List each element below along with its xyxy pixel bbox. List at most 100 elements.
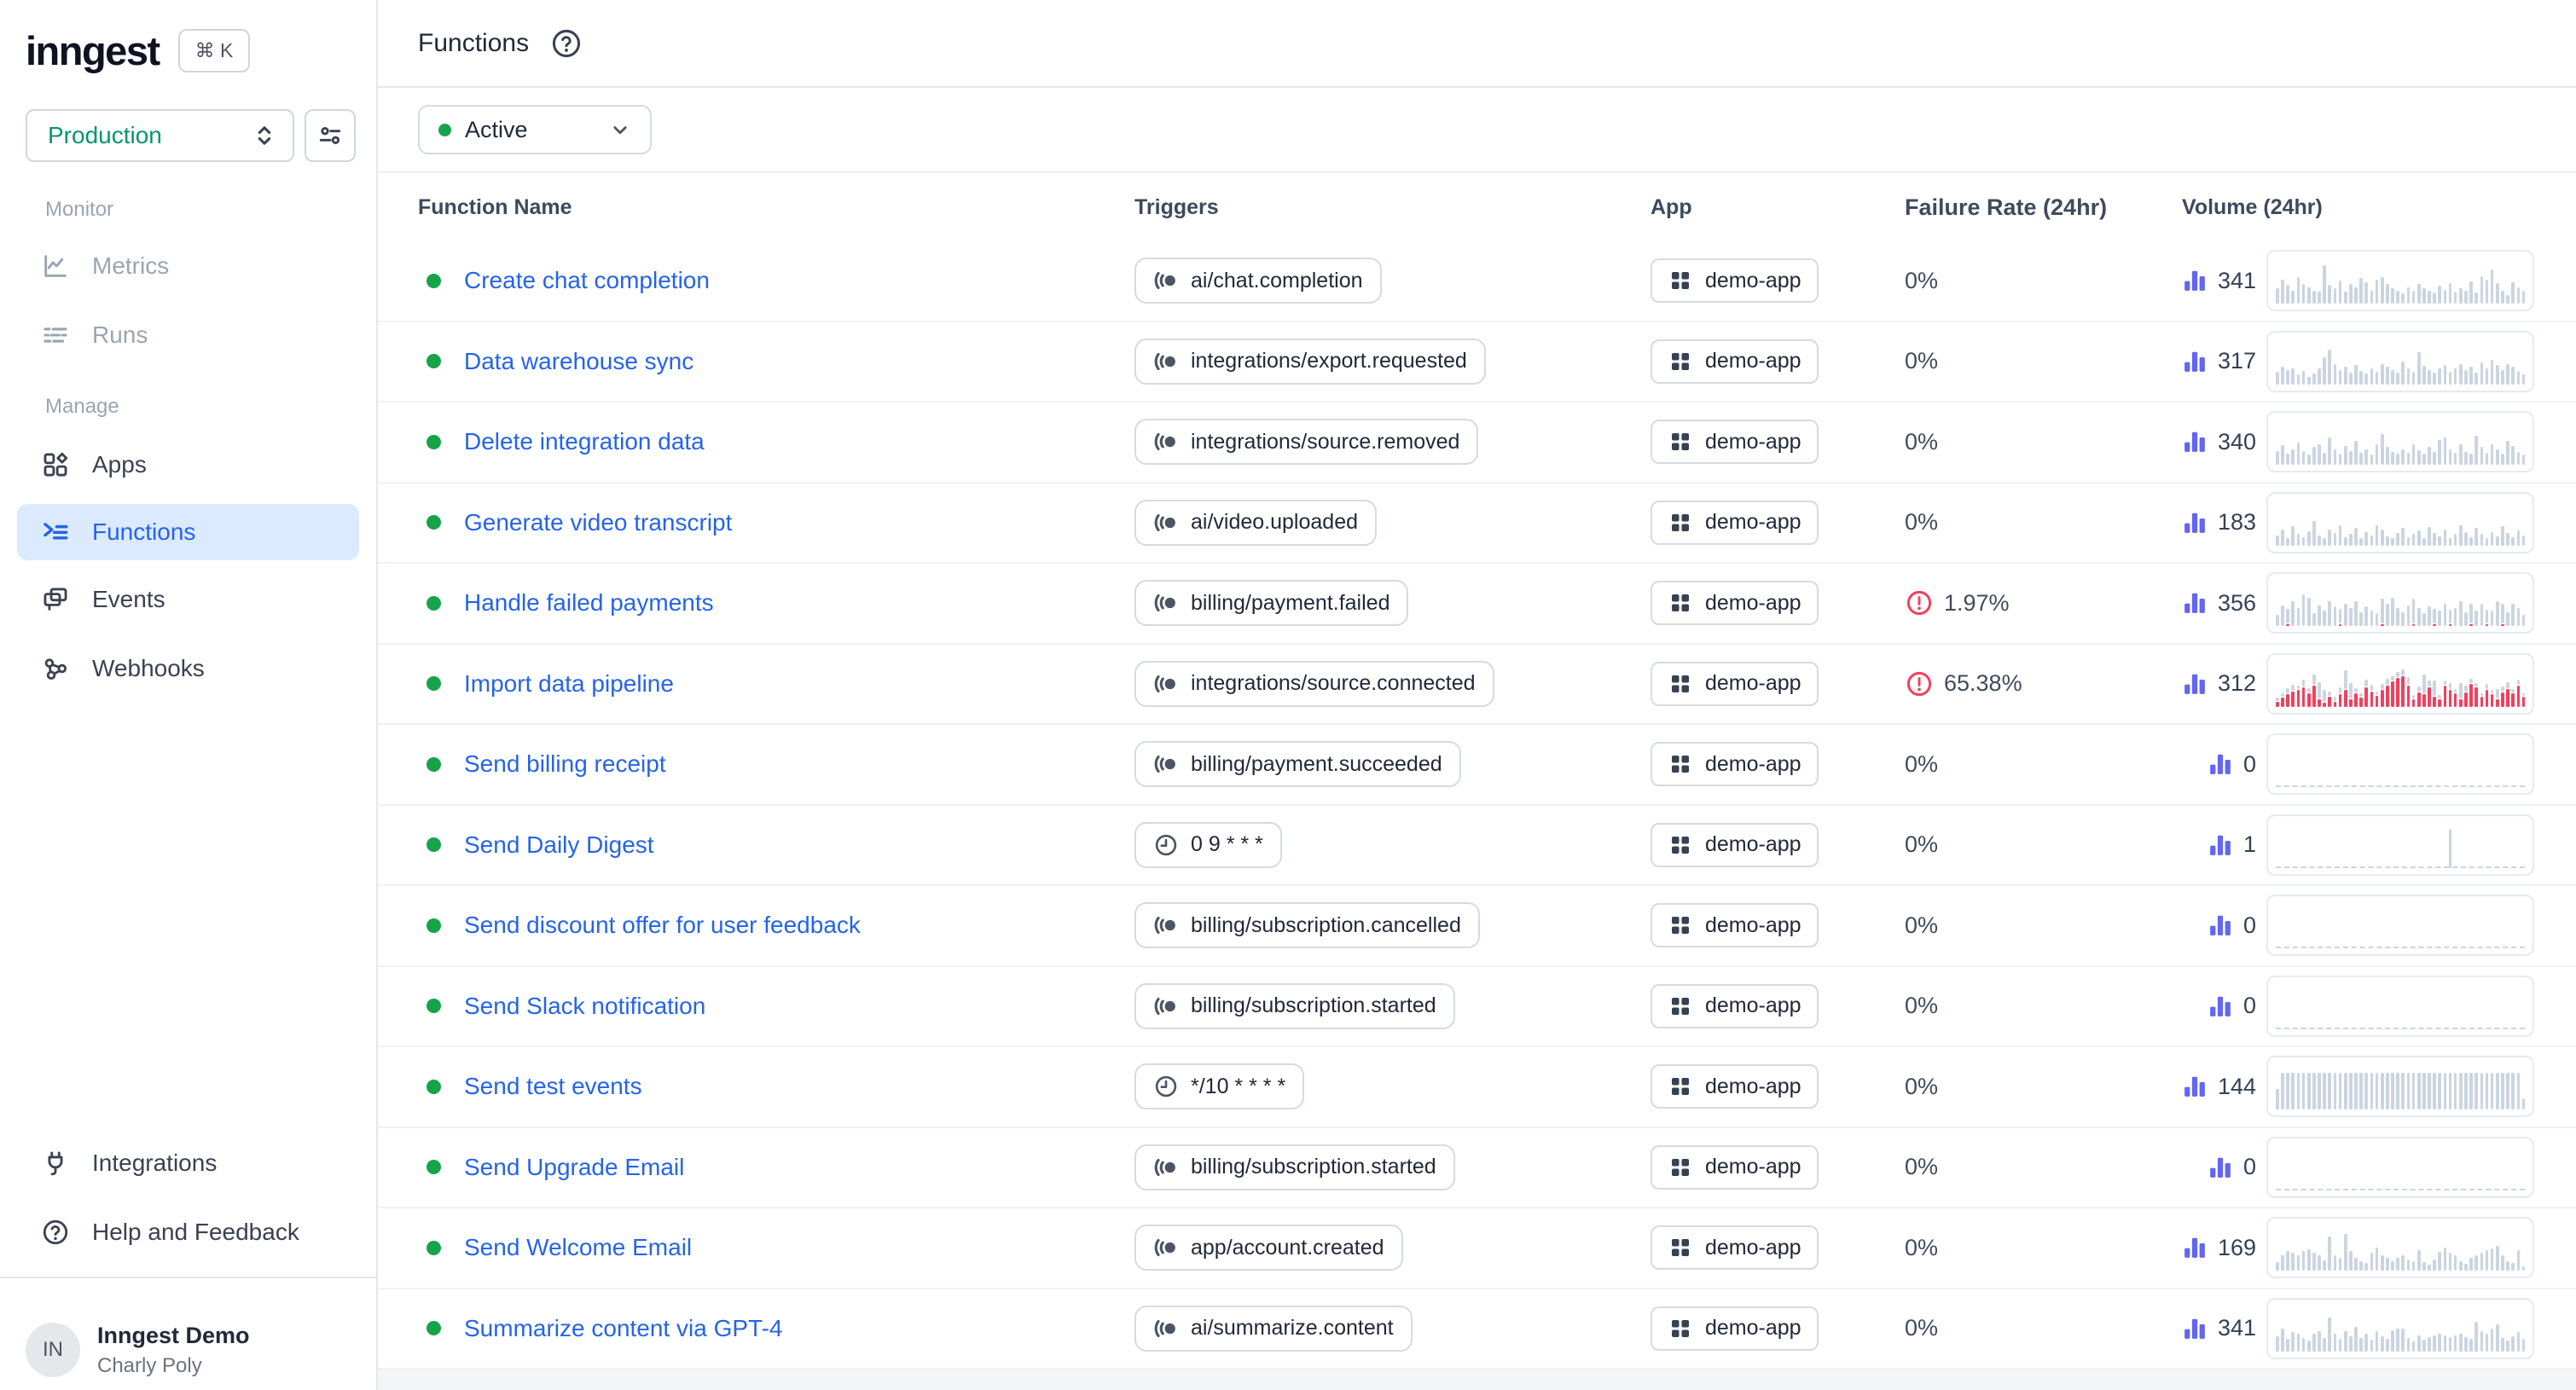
table-row[interactable]: Import data pipeline integrations/source… bbox=[378, 645, 2576, 726]
function-link[interactable]: Send discount offer for user feedback bbox=[464, 912, 861, 939]
app-grid-icon bbox=[1668, 1316, 1693, 1341]
volume-sparkline bbox=[2266, 733, 2534, 795]
function-link[interactable]: Send Slack notification bbox=[464, 993, 705, 1020]
user-name: Charly Poly bbox=[97, 1354, 250, 1378]
app-name: demo-app bbox=[1705, 913, 1801, 938]
failure-rate-value: 0% bbox=[1905, 993, 1938, 1019]
sidebar-item-runs[interactable]: Runs bbox=[17, 307, 359, 363]
function-link[interactable]: Send test events bbox=[464, 1073, 642, 1100]
table-row[interactable]: Send discount offer for user feedback bi… bbox=[378, 886, 2576, 967]
table-header: Function Name Triggers App Failure Rate … bbox=[378, 173, 2576, 241]
plug-icon bbox=[41, 1149, 70, 1178]
volume-count: 0 bbox=[2243, 993, 2256, 1019]
function-link[interactable]: Data warehouse sync bbox=[464, 348, 693, 375]
table-row[interactable]: Delete integration data integrations/sou… bbox=[378, 403, 2576, 484]
trigger-label: integrations/export.requested bbox=[1191, 349, 1467, 374]
event-trigger-icon bbox=[1153, 1235, 1179, 1260]
app-badge: demo-app bbox=[1651, 339, 1819, 384]
table-row[interactable]: Send test events */10 * * * * demo-app 0… bbox=[378, 1047, 2576, 1128]
status-filter-value: Active bbox=[465, 117, 594, 143]
function-link[interactable]: Send Daily Digest bbox=[464, 831, 654, 859]
function-link[interactable]: Delete integration data bbox=[464, 428, 705, 455]
trigger-label: billing/subscription.started bbox=[1191, 993, 1436, 1018]
event-trigger-icon bbox=[1153, 268, 1179, 293]
failure-rate-value: 65.38% bbox=[1944, 670, 2022, 697]
sidebar-item-integrations[interactable]: Integrations bbox=[17, 1135, 359, 1191]
environment-settings-button[interactable] bbox=[305, 109, 356, 162]
event-trigger-icon bbox=[1153, 590, 1179, 616]
event-trigger-icon bbox=[1153, 349, 1179, 374]
sidebar-item-apps[interactable]: Apps bbox=[17, 437, 359, 493]
event-trigger-icon bbox=[1153, 1316, 1179, 1341]
page-help-button[interactable] bbox=[549, 26, 583, 61]
cron-trigger-icon bbox=[1153, 1074, 1179, 1099]
column-function-name: Function Name bbox=[418, 195, 1134, 220]
volume-sparkline bbox=[2266, 331, 2534, 392]
volume-sparkline bbox=[2266, 976, 2534, 1037]
failure-rate-value: 0% bbox=[1905, 429, 1938, 455]
failure-rate-value: 1.97% bbox=[1944, 590, 2010, 617]
app-badge: demo-app bbox=[1651, 501, 1819, 545]
column-app: App bbox=[1651, 195, 1896, 220]
table-row[interactable]: Send Daily Digest 0 9 * * * demo-app 0% … bbox=[378, 806, 2576, 887]
function-link[interactable]: Import data pipeline bbox=[464, 670, 674, 698]
failure-rate-value: 0% bbox=[1905, 1074, 1938, 1100]
table-row[interactable]: Handle failed payments billing/payment.f… bbox=[378, 564, 2576, 645]
command-k-shortcut[interactable]: ⌘ K bbox=[178, 29, 251, 72]
volume-sparkline bbox=[2266, 492, 2534, 553]
inngest-logo[interactable]: inngest bbox=[26, 27, 160, 74]
app-name: demo-app bbox=[1705, 591, 1801, 616]
table-body: Create chat completion ai/chat.completio… bbox=[378, 241, 2576, 1370]
sidebar-item-metrics[interactable]: Metrics bbox=[17, 238, 359, 294]
table-row[interactable]: Generate video transcript ai/video.uploa… bbox=[378, 484, 2576, 565]
app-grid-icon bbox=[1668, 1074, 1693, 1099]
filter-bar: Active bbox=[378, 88, 2576, 173]
table-row[interactable]: Create chat completion ai/chat.completio… bbox=[378, 241, 2576, 322]
sidebar-item-label: Metrics bbox=[92, 252, 169, 280]
volume-bars-icon bbox=[2208, 832, 2233, 858]
function-link[interactable]: Send Upgrade Email bbox=[464, 1154, 684, 1181]
volume-sparkline bbox=[2266, 250, 2534, 311]
trigger-label: billing/payment.failed bbox=[1191, 591, 1390, 616]
function-link[interactable]: Generate video transcript bbox=[464, 509, 732, 536]
function-status-dot bbox=[426, 435, 441, 449]
function-link[interactable]: Handle failed payments bbox=[464, 589, 714, 617]
sidebar-item-events[interactable]: Events bbox=[17, 571, 359, 628]
volume-count: 341 bbox=[2218, 268, 2256, 294]
table-row[interactable]: Send Welcome Email app/account.created d… bbox=[378, 1208, 2576, 1289]
function-link[interactable]: Send billing receipt bbox=[464, 750, 666, 778]
volume-sparkline bbox=[2266, 572, 2534, 634]
volume-count: 183 bbox=[2218, 509, 2256, 536]
app-grid-icon bbox=[1668, 268, 1693, 293]
function-link[interactable]: Create chat completion bbox=[464, 267, 710, 294]
table-row[interactable]: Send Upgrade Email billing/subscription.… bbox=[378, 1128, 2576, 1209]
app-name: demo-app bbox=[1705, 752, 1801, 777]
volume-bars-icon bbox=[2208, 1155, 2233, 1180]
trigger-badge: ai/summarize.content bbox=[1134, 1306, 1413, 1352]
line-chart-icon bbox=[41, 252, 70, 281]
sidebar-item-functions[interactable]: Functions bbox=[17, 504, 359, 560]
app-grid-icon bbox=[1668, 671, 1693, 697]
table-row[interactable]: Send billing receipt billing/payment.suc… bbox=[378, 725, 2576, 806]
volume-sparkline bbox=[2266, 653, 2534, 715]
failure-rate-value: 0% bbox=[1905, 268, 1938, 294]
function-link[interactable]: Send Welcome Email bbox=[464, 1234, 692, 1261]
app-name: demo-app bbox=[1705, 1074, 1801, 1099]
volume-count: 341 bbox=[2218, 1315, 2256, 1341]
function-link[interactable]: Summarize content via GPT-4 bbox=[464, 1315, 782, 1342]
sidebar-item-webhooks[interactable]: Webhooks bbox=[17, 640, 359, 697]
trigger-badge: ai/chat.completion bbox=[1134, 258, 1382, 304]
environment-selector[interactable]: Production bbox=[26, 109, 294, 162]
table-row[interactable]: Summarize content via GPT-4 ai/summarize… bbox=[378, 1289, 2576, 1370]
app-grid-icon bbox=[1668, 832, 1693, 858]
account-menu[interactable]: IN Inngest Demo Charly Poly bbox=[0, 1278, 376, 1390]
trigger-badge: billing/subscription.started bbox=[1134, 983, 1455, 1029]
org-name: Inngest Demo bbox=[97, 1323, 250, 1349]
table-row[interactable]: Data warehouse sync integrations/export.… bbox=[378, 322, 2576, 403]
volume-count: 0 bbox=[2243, 1154, 2256, 1180]
trigger-label: billing/payment.succeeded bbox=[1191, 752, 1442, 777]
sidebar-item-help-and-feedback[interactable]: Help and Feedback bbox=[17, 1204, 359, 1260]
status-filter-dropdown[interactable]: Active bbox=[418, 105, 652, 154]
app-grid-icon bbox=[1668, 510, 1693, 536]
table-row[interactable]: Send Slack notification billing/subscrip… bbox=[378, 967, 2576, 1048]
